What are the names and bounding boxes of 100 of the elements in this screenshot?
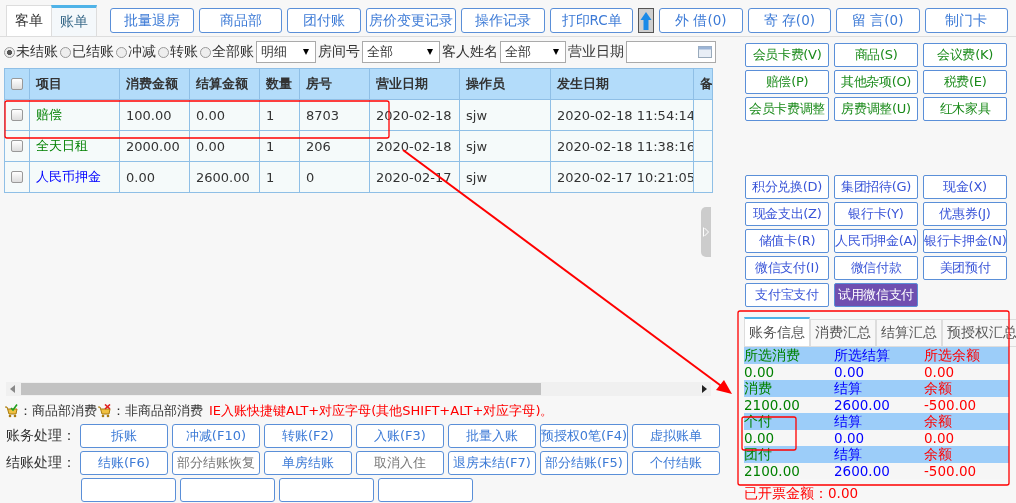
action-button[interactable]: 入账(F3) bbox=[355, 423, 444, 448]
table-cell: 1 bbox=[260, 162, 300, 192]
summary-label: 消费 bbox=[744, 380, 773, 397]
payment-button[interactable]: 积分兑换(D) bbox=[745, 175, 829, 199]
non-goods-legend: ：非商品部消费 bbox=[112, 402, 203, 420]
charge-button[interactable]: 商品(S) bbox=[834, 43, 918, 67]
row-checkbox[interactable] bbox=[11, 171, 23, 183]
summary-label: 所选结算 bbox=[834, 347, 891, 364]
payment-button[interactable]: 试用微信支付 bbox=[834, 283, 918, 307]
payment-button[interactable]: 银行卡押金(N) bbox=[923, 229, 1007, 253]
charge-button[interactable]: 会员卡费调整 bbox=[745, 97, 829, 121]
action-button[interactable] bbox=[279, 477, 374, 502]
action-button[interactable]: 预授权0笔(F4) bbox=[539, 423, 628, 448]
row-checkbox[interactable] bbox=[11, 109, 23, 121]
payment-button[interactable]: 储值卡(R) bbox=[745, 229, 829, 253]
action-button[interactable] bbox=[180, 477, 275, 502]
view-select[interactable]: 明细 bbox=[256, 41, 316, 63]
action-button[interactable]: 虚拟账单 bbox=[632, 423, 720, 448]
summary-value: 2600.00 bbox=[834, 396, 891, 413]
action-button[interactable]: 拆账 bbox=[80, 423, 168, 448]
row-checkbox[interactable] bbox=[11, 140, 23, 152]
select-all-checkbox[interactable] bbox=[11, 78, 23, 90]
charge-button[interactable]: 税费(E) bbox=[923, 70, 1007, 94]
charge-button[interactable]: 会议费(K) bbox=[923, 43, 1007, 67]
status-radio[interactable]: 冲减 bbox=[116, 43, 156, 61]
charge-button[interactable]: 其他杂项(O) bbox=[834, 70, 918, 94]
room-select[interactable]: 全部 bbox=[362, 41, 440, 63]
horizontal-scrollbar[interactable] bbox=[6, 382, 711, 396]
room-label: 房间号 bbox=[318, 43, 360, 61]
tab[interactable]: 客单 bbox=[6, 5, 53, 36]
collapse-handle[interactable] bbox=[701, 207, 711, 257]
action-button[interactable]: 单房结账 bbox=[264, 450, 352, 475]
summary-value: 0.00 bbox=[744, 363, 776, 380]
payment-button[interactable]: 银行卡(Y) bbox=[834, 202, 918, 226]
action-button[interactable] bbox=[81, 477, 176, 502]
toolbar-button[interactable]: 留 言(0) bbox=[836, 8, 920, 33]
table-cell: 0 bbox=[300, 162, 370, 192]
summary-value: 0.00 bbox=[924, 363, 956, 380]
summary-label: 余额 bbox=[924, 413, 953, 430]
charge-button[interactable]: 红木家具 bbox=[923, 97, 1007, 121]
action-button[interactable]: 部分结账(F5) bbox=[540, 450, 628, 475]
payment-button[interactable]: 集团招待(G) bbox=[834, 175, 918, 199]
toolbar-button[interactable]: 批量退房 bbox=[110, 8, 194, 33]
payment-button[interactable]: 优惠券(J) bbox=[923, 202, 1007, 226]
action-button[interactable]: 个付结账 bbox=[632, 450, 720, 475]
collapse-icon bbox=[703, 227, 709, 237]
action-button[interactable]: 冲减(F10) bbox=[171, 423, 260, 448]
summary-value: 2100.00 bbox=[744, 462, 801, 479]
summary-value: 0.00 bbox=[834, 363, 866, 380]
summary-value: -500.00 bbox=[924, 462, 978, 479]
toolbar-button[interactable]: 房价变更记录 bbox=[366, 8, 457, 33]
summary-tab[interactable]: 消费汇总 bbox=[810, 319, 876, 347]
table-cell: 人民币押金 bbox=[30, 162, 120, 192]
status-radio[interactable]: 已结账 bbox=[60, 43, 114, 61]
summary-value: 0.00 bbox=[834, 429, 866, 446]
summary-value: -500.00 bbox=[924, 396, 978, 413]
toolbar-button[interactable]: 寄 存(0) bbox=[747, 8, 832, 33]
action-group-label: 账务处理： bbox=[5, 426, 76, 445]
cart-check-icon bbox=[4, 404, 19, 418]
up-arrow-icon bbox=[640, 10, 653, 31]
charge-button[interactable]: 房费调整(U) bbox=[834, 97, 918, 121]
action-group-label: 结账处理： bbox=[5, 453, 76, 472]
summary-label: 个付 bbox=[744, 413, 773, 430]
summary-label: 余额 bbox=[924, 380, 953, 397]
summary-tab[interactable]: 结算汇总 bbox=[876, 319, 942, 347]
summary-label: 结算 bbox=[834, 446, 863, 463]
payment-button[interactable]: 美团预付 bbox=[923, 256, 1007, 280]
summary-label: 团付 bbox=[744, 446, 773, 463]
calendar-icon bbox=[698, 46, 712, 58]
payment-button[interactable]: 微信付款 bbox=[834, 256, 918, 280]
summary-value: 2600.00 bbox=[834, 462, 891, 479]
action-button[interactable]: 结账(F6) bbox=[80, 450, 168, 475]
charge-button[interactable]: 会员卡费(V) bbox=[745, 43, 829, 67]
charge-button[interactable]: 赔偿(P) bbox=[745, 70, 829, 94]
payment-button[interactable]: 微信支付(I) bbox=[745, 256, 829, 280]
action-button[interactable]: 批量入账 bbox=[447, 423, 536, 448]
toolbar-button[interactable]: 商品部 bbox=[198, 8, 283, 33]
action-button[interactable]: 转账(F2) bbox=[263, 423, 352, 448]
action-button[interactable]: 退房未结(F7) bbox=[448, 450, 536, 475]
summary-tab[interactable]: 账务信息 bbox=[744, 317, 810, 347]
status-radio[interactable]: 全部账 bbox=[200, 43, 254, 61]
toolbar-button[interactable]: 外 借(0) bbox=[659, 8, 743, 33]
status-radio[interactable]: 转账 bbox=[158, 43, 198, 61]
toolbar-button[interactable]: 打印RC单 bbox=[549, 8, 634, 33]
toolbar-button[interactable]: 操作记录 bbox=[461, 8, 545, 33]
status-radio[interactable]: 未结账 bbox=[4, 43, 58, 61]
table-cell: 0.00 bbox=[120, 162, 190, 192]
table-cell: sjw bbox=[460, 162, 551, 192]
cart-cross-icon bbox=[97, 404, 112, 418]
payment-button[interactable]: 现金(X) bbox=[923, 175, 1007, 199]
guest-select[interactable]: 全部 bbox=[500, 41, 566, 63]
tab[interactable]: 账单 bbox=[51, 5, 98, 36]
payment-button[interactable]: 现金支出(Z) bbox=[745, 202, 829, 226]
date-field[interactable] bbox=[626, 41, 716, 63]
toolbar-button[interactable]: 制门卡 bbox=[924, 8, 1008, 33]
action-button[interactable] bbox=[378, 477, 473, 502]
upload-button[interactable] bbox=[638, 8, 655, 33]
payment-button[interactable]: 人民币押金(A) bbox=[834, 229, 918, 253]
payment-button[interactable]: 支付宝支付 bbox=[745, 283, 829, 307]
toolbar-button[interactable]: 团付账 bbox=[287, 8, 361, 33]
